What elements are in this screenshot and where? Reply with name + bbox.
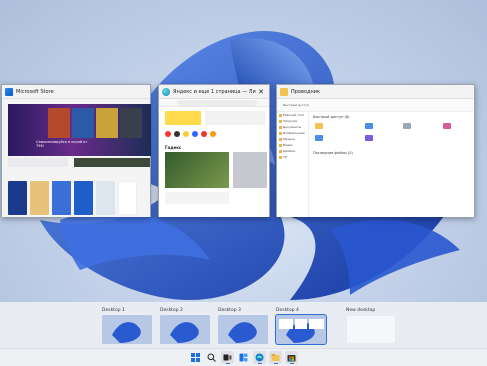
- folder-icon[interactable]: [365, 123, 373, 129]
- edge-window-title: Яндекс и еще 1 страница — Личный Micro..…: [173, 88, 256, 95]
- edge-promo-banner[interactable]: [165, 111, 201, 125]
- store-icon[interactable]: [285, 351, 298, 364]
- nav-item[interactable]: YD: [277, 155, 308, 161]
- explorer-nav-pane: Рабочий стол Загрузки Документы Изображе…: [277, 113, 309, 217]
- store-window-title: Microsoft Store: [16, 88, 54, 95]
- desktop-2[interactable]: Desktop 2: [160, 308, 210, 344]
- explorer-window-title: Проводник: [291, 88, 320, 95]
- folder-icon[interactable]: [443, 123, 451, 129]
- store-title-bar: Microsoft Store: [2, 85, 150, 99]
- new-desktop[interactable]: New desktop: [346, 308, 396, 344]
- desktop-3[interactable]: Desktop 3: [218, 308, 268, 344]
- widgets-icon[interactable]: [237, 351, 250, 364]
- folder-icon[interactable]: [315, 123, 323, 129]
- folder-icon[interactable]: [365, 135, 373, 141]
- desktop-thumbnail[interactable]: [102, 315, 152, 344]
- explorer-content: Быстрый доступ Рабочий стол Загрузки Док…: [277, 99, 474, 217]
- store-hero-text: Самоизолируйся и играй от 79$!: [36, 140, 88, 148]
- edge-news-text: [165, 192, 229, 204]
- store-app-tile[interactable]: [74, 181, 93, 215]
- folder-icon[interactable]: [315, 135, 323, 141]
- explorer-window[interactable]: Проводник Быстрый доступ Рабочий стол За…: [276, 84, 475, 217]
- edge-address-bar[interactable]: [177, 100, 257, 106]
- recent-files-heading: Последние файлы (0): [313, 151, 353, 155]
- explorer-title-bar: Проводник: [277, 85, 474, 99]
- store-icon: [5, 87, 13, 96]
- desktop-label: Desktop 2: [160, 308, 183, 313]
- store-app-tile[interactable]: [52, 181, 71, 215]
- edge-icon[interactable]: [253, 351, 266, 364]
- folder-icon: [280, 87, 288, 96]
- edge-content: Гадекс: [159, 99, 269, 217]
- new-desktop-label: New desktop: [346, 308, 376, 313]
- windows-start-icon[interactable]: [189, 351, 202, 364]
- quick-access-heading: Быстрый доступ (8): [313, 115, 350, 119]
- desktop-thumbnail[interactable]: [275, 314, 327, 345]
- search-icon[interactable]: [205, 351, 218, 364]
- virtual-desktops-bar: Desktop 1 Desktop 2 Desktop 3 Desktop 4 …: [0, 302, 487, 348]
- store-hero-banner[interactable]: Самоизолируйся и играй от 79$!: [8, 104, 151, 156]
- edge-title-bar: Яндекс и еще 1 страница — Личный Micro..…: [159, 85, 269, 99]
- edge-side-image[interactable]: [233, 152, 267, 188]
- edge-icon: [162, 87, 170, 96]
- edge-section-heading: Гадекс: [165, 145, 182, 150]
- store-app-tile[interactable]: [30, 181, 49, 215]
- store-featured-row: [8, 158, 151, 168]
- folder-icon[interactable]: [403, 123, 411, 129]
- store-window[interactable]: Microsoft Store Самоизолируйся и играй о…: [1, 84, 151, 217]
- desktop-4[interactable]: Desktop 4: [275, 308, 327, 345]
- explorer-path: Быстрый доступ: [283, 103, 310, 107]
- store-app-tile[interactable]: [8, 181, 27, 215]
- desktop-label: Desktop 1: [102, 308, 125, 313]
- desktop-1[interactable]: Desktop 1: [102, 308, 152, 344]
- file-explorer-icon[interactable]: [269, 351, 282, 364]
- desktop-label: Desktop 4: [276, 308, 299, 313]
- close-icon[interactable]: ✕: [256, 88, 266, 96]
- edge-news-image[interactable]: [165, 152, 229, 188]
- store-content: Самоизолируйся и играй от 79$!: [2, 99, 151, 217]
- edge-window[interactable]: Яндекс и еще 1 страница — Личный Micro..…: [158, 84, 270, 217]
- desktop-thumbnail[interactable]: [218, 315, 268, 344]
- taskbar: [0, 348, 487, 366]
- edge-news-block: [205, 111, 265, 125]
- task-view-icon[interactable]: [221, 351, 234, 364]
- edge-toolbar: [159, 99, 269, 107]
- new-desktop-button[interactable]: [346, 315, 396, 344]
- desktop-thumbnail[interactable]: [160, 315, 210, 344]
- edge-service-icons: [165, 131, 265, 141]
- explorer-ribbon: Быстрый доступ: [277, 99, 474, 112]
- store-app-tile[interactable]: [96, 181, 115, 215]
- desktop-label: Desktop 3: [218, 308, 241, 313]
- store-app-tile[interactable]: [118, 181, 137, 215]
- store-app-tiles: [8, 181, 137, 215]
